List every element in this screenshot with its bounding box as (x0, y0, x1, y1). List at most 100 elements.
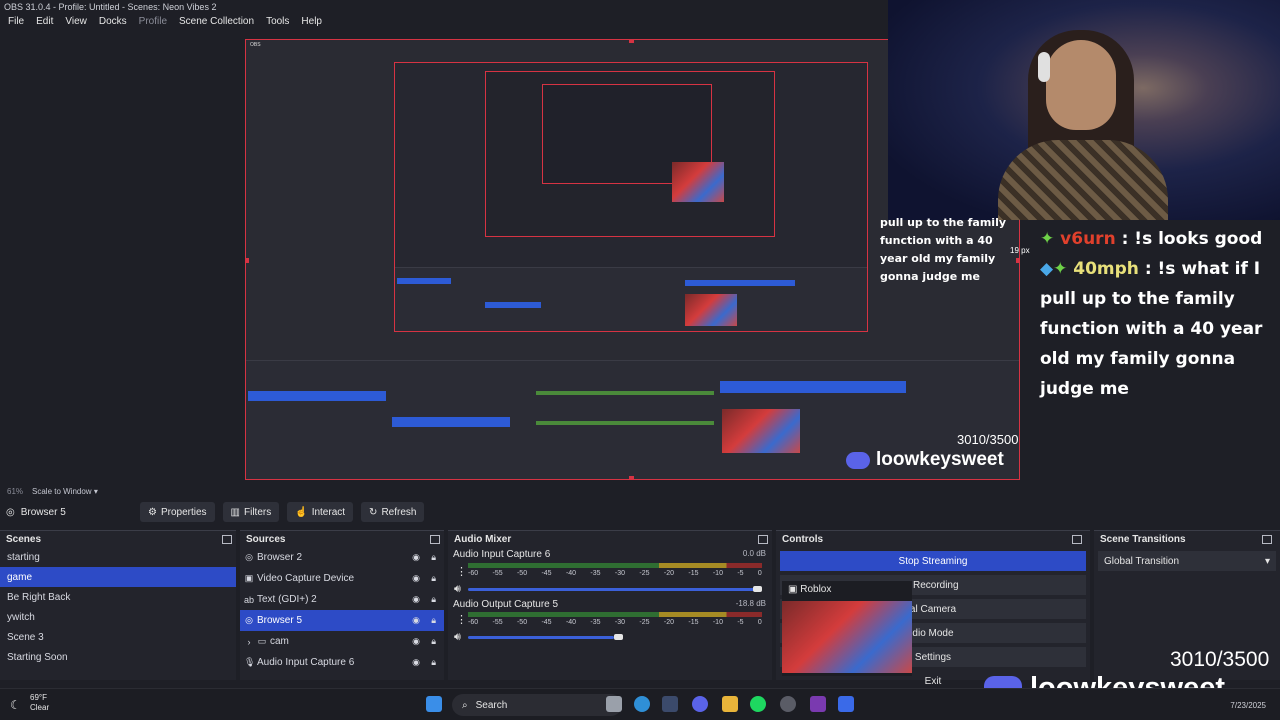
menu-docks[interactable]: Docks (93, 14, 133, 32)
kebab-icon[interactable]: ⋮ (456, 613, 467, 626)
menu-help[interactable]: Help (295, 14, 328, 32)
globe-icon: ◎ (245, 552, 253, 562)
source-item[interactable]: ▣ Video Capture Device ◉ 🔒︎ (240, 568, 444, 589)
dock-title: Controls (782, 533, 824, 545)
chevron-right-icon: › (247, 636, 251, 647)
app-icon[interactable] (838, 696, 854, 712)
source-toolbar: ◎ Browser 5 ⚙ Properties ▥ Filters ☝ Intera… (0, 500, 1280, 524)
undock-icon[interactable] (1072, 534, 1082, 544)
taskbar-search[interactable]: ⌕ Search (452, 694, 622, 716)
dock-title: Sources (246, 533, 286, 545)
volume-slider[interactable] (468, 588, 756, 591)
kebab-icon[interactable]: ⋮ (456, 565, 467, 578)
stop-streaming-button[interactable]: Stop Streaming (780, 551, 1086, 571)
menu-scene-collection[interactable]: Scene Collection (173, 14, 260, 32)
lock-icon[interactable]: 🔒︎ (431, 594, 436, 605)
weather-widget[interactable]: 69°F Clear (30, 693, 49, 713)
eye-icon[interactable]: ◉ (412, 573, 420, 584)
filters-button[interactable]: ▥ Filters (222, 502, 280, 522)
game-preview-thumb (782, 601, 912, 673)
menu-bar: File Edit View Docks Profile Scene Colle… (0, 14, 328, 32)
channel-db: -18.8 dB (735, 599, 766, 608)
lock-icon[interactable]: 🔒︎ (431, 636, 436, 647)
source-item[interactable]: 🎙︎ Audio Input Capture 6 ◉ 🔒︎ (240, 652, 444, 673)
resize-handle-left[interactable] (246, 258, 249, 263)
undock-icon[interactable] (758, 534, 768, 544)
file-explorer-icon[interactable] (722, 696, 738, 712)
undock-icon[interactable] (430, 534, 440, 544)
eye-icon[interactable]: ◉ (412, 657, 420, 668)
scene-item[interactable]: game (0, 567, 236, 587)
source-item[interactable]: ◎ Browser 2 ◉ 🔒︎ (240, 547, 444, 568)
obs-window: OBS 31.0.4 - Profile: Untitled - Scenes:… (0, 0, 1280, 720)
lock-icon[interactable]: 🔒︎ (431, 657, 436, 668)
steam-icon[interactable] (662, 696, 678, 712)
lock-icon[interactable]: 🔒︎ (431, 573, 436, 584)
chat-user: 40mph (1073, 259, 1139, 279)
nested-layer-1 (394, 62, 868, 332)
eye-icon[interactable]: ◉ (412, 552, 420, 563)
source-group[interactable]: › ▭ cam ◉ 🔒︎ (240, 631, 444, 652)
mixer-channel: Audio Input Capture 6 0.0 dB ⋮ -60 -55 -50… (448, 547, 772, 599)
stream-app-icon[interactable] (810, 696, 826, 712)
transition-select[interactable]: Global Transition ▾ (1098, 551, 1276, 571)
source-item[interactable]: ab Text (GDI+) 2 ◉ 🔒︎ (240, 589, 444, 610)
search-icon: ⌕ (462, 699, 468, 711)
menu-profile[interactable]: Profile (133, 14, 173, 32)
dock-title: Scenes (6, 533, 42, 545)
interact-button[interactable]: ☝ Interact (287, 502, 354, 522)
window-title: OBS 31.0.4 - Profile: Untitled - Scenes:… (4, 2, 217, 12)
resize-handle-bottom[interactable] (629, 476, 634, 479)
cube-icon: ◆ (1040, 259, 1054, 279)
scene-item[interactable]: Starting Soon (0, 647, 236, 667)
edge-icon[interactable] (634, 696, 650, 712)
undock-icon[interactable] (222, 534, 232, 544)
globe-icon: ◎ (6, 506, 15, 518)
discord-taskbar-icon[interactable] (692, 696, 708, 712)
resize-handle-top[interactable] (629, 40, 634, 43)
menu-edit[interactable]: Edit (30, 14, 59, 32)
scene-item[interactable]: ywitch (0, 607, 236, 627)
zoom-level: 61% (7, 487, 24, 496)
obs-icon[interactable] (780, 696, 796, 712)
menu-view[interactable]: View (59, 14, 93, 32)
controls-dock: Controls Stop Streaming t Recording al C… (776, 530, 1090, 687)
nested-game-thumb (672, 162, 724, 202)
windows-start-icon[interactable] (426, 696, 442, 712)
discord-icon (846, 451, 870, 469)
properties-button[interactable]: ⚙ Properties (140, 502, 215, 522)
menu-tools[interactable]: Tools (260, 14, 295, 32)
eye-icon[interactable]: ◉ (412, 615, 420, 626)
eye-icon[interactable]: ◉ (412, 594, 420, 605)
spotify-icon[interactable] (750, 696, 766, 712)
inner-brand-text: loowkeysweet (876, 449, 1004, 470)
channel-name: Audio Input Capture 6 (453, 549, 551, 560)
refresh-icon: ↻ (369, 506, 378, 518)
volume-knob[interactable] (753, 586, 762, 592)
volume-knob[interactable] (614, 634, 623, 640)
eye-icon[interactable]: ◉ (412, 636, 420, 647)
source-item[interactable]: ◎ Browser 5 ◉ 🔒︎ (240, 610, 444, 631)
scenes-dock: Scenes starting game Be Right Back ywitc… (0, 530, 236, 680)
scene-item[interactable]: Be Right Back (0, 587, 236, 607)
scene-item[interactable]: Scene 3 (0, 627, 236, 647)
task-view-icon[interactable] (606, 696, 622, 712)
scale-mode-select[interactable]: Scale to Window ▾ (32, 487, 98, 496)
roblox-icon: ▣ (788, 584, 798, 595)
lock-icon[interactable]: 🔒︎ (431, 552, 436, 563)
taskbar-preview-popup: ▣ Roblox (782, 581, 912, 676)
speaker-icon[interactable]: 🔊︎ (454, 583, 461, 596)
undock-icon[interactable] (1262, 534, 1272, 544)
menu-file[interactable]: File (2, 14, 30, 32)
lock-icon[interactable]: 🔒︎ (431, 615, 436, 626)
chat-text: : !s what if I pull up to the family fun… (1040, 259, 1263, 399)
audio-mixer-dock: Audio Mixer Audio Input Capture 6 0.0 dB… (448, 530, 772, 680)
refresh-button[interactable]: ↻ Refresh (361, 502, 425, 522)
chat-message-1: ✦ v6urn : !s looks good (1040, 224, 1274, 254)
scene-item[interactable]: starting (0, 547, 236, 567)
sparkle-icon: ✦ (1053, 259, 1068, 279)
speaker-icon[interactable]: 🔊︎ (454, 631, 461, 644)
volume-slider[interactable] (468, 636, 614, 639)
inner-chat-text: pull up to the family function with a 40… (880, 216, 1007, 283)
gear-icon: ⚙ (148, 506, 157, 518)
